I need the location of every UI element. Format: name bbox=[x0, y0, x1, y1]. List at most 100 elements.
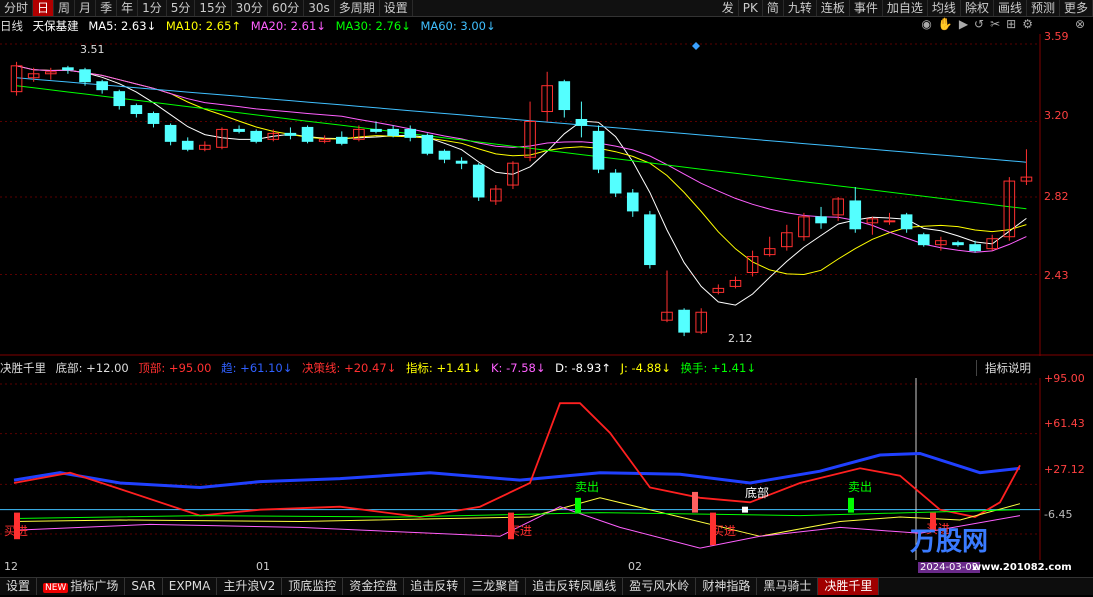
candle bbox=[678, 308, 690, 337]
rewind-icon[interactable]: ↺ bbox=[974, 17, 984, 33]
period-tab-11[interactable]: 30s bbox=[304, 0, 335, 16]
indicator-turnover: 换手: +1.41↓ bbox=[680, 361, 756, 375]
price-axis-2: 3.20 bbox=[1044, 109, 1069, 122]
candle bbox=[438, 149, 451, 164]
period-tab-7[interactable]: 5分 bbox=[167, 0, 196, 16]
candle bbox=[318, 135, 331, 144]
candle bbox=[644, 210, 656, 269]
indicator-tab-label: 追击反转 bbox=[410, 579, 459, 593]
sell-signal-2: 卖出 bbox=[848, 480, 873, 494]
candle-body bbox=[387, 128, 399, 136]
candle-body bbox=[147, 113, 160, 124]
tool-button-0[interactable]: 发 bbox=[718, 0, 739, 16]
tool-button-10[interactable]: 预测 bbox=[1027, 0, 1060, 16]
indicator-name: 决胜千里 bbox=[0, 361, 46, 375]
candle-body bbox=[181, 140, 194, 150]
indicator-tab-label: 追击反转凤凰线 bbox=[532, 579, 617, 593]
layout-icon[interactable]: ⊞ bbox=[1006, 17, 1016, 33]
indicator-tab-1[interactable]: NEW 指标广场 bbox=[37, 578, 126, 595]
eye-icon[interactable]: ◉ bbox=[921, 17, 931, 33]
indicator-tabs: 设置 NEW 指标广场 SAR EXPMA 主升浪V2 顶底监控 资金控盘 追击反转 三龙聚首 追击… bbox=[0, 577, 1093, 595]
ind-axis-3: +27.12 bbox=[1044, 463, 1085, 476]
period-tab-2[interactable]: 周 bbox=[54, 0, 76, 16]
period-tab-5[interactable]: 年 bbox=[117, 0, 139, 16]
chart-tool-icons: ◉ ✋ ▶ ↺ ✂ ⊞ ⚙ bbox=[921, 17, 1033, 33]
settings-icon[interactable]: ⚙ bbox=[1022, 17, 1033, 33]
period-tab-12[interactable]: 多周期 bbox=[335, 0, 380, 16]
tool-button-8[interactable]: 除权 bbox=[961, 0, 994, 16]
indicator-tab-7[interactable]: 追击反转 bbox=[404, 578, 466, 595]
candle bbox=[490, 185, 502, 205]
signal-bar bbox=[742, 506, 748, 513]
watermark-date: 2024-03-02 bbox=[918, 562, 981, 573]
candle bbox=[455, 157, 468, 170]
ma30-line bbox=[16, 85, 1027, 210]
buy-signal-2: 买进 bbox=[508, 524, 533, 538]
indicator-decision: 决策线: +20.47↓ bbox=[302, 361, 397, 375]
candle-body bbox=[883, 220, 896, 223]
period-tab-0[interactable]: 分时 bbox=[0, 0, 34, 16]
indicator-tab-12[interactable]: 黑马骑士 bbox=[757, 578, 819, 595]
tool-button-5[interactable]: 事件 bbox=[850, 0, 883, 16]
period-tab-10[interactable]: 60分 bbox=[268, 0, 305, 16]
indicator-help-button[interactable]: 指标说明 bbox=[976, 360, 1031, 376]
indicator-tab-8[interactable]: 三龙聚首 bbox=[465, 578, 527, 595]
period-tab-6[interactable]: 1分 bbox=[138, 0, 167, 16]
indicator-bottom: 底部: +12.00 bbox=[55, 361, 129, 375]
candle bbox=[1020, 149, 1033, 186]
candle-body bbox=[404, 128, 417, 138]
ind-axis-2: +61.43 bbox=[1044, 417, 1085, 430]
period-tab-1[interactable]: 日 bbox=[33, 0, 55, 16]
indicator-tab-4[interactable]: 主升浪V2 bbox=[217, 578, 283, 595]
close-icon[interactable]: ⊗ bbox=[1075, 17, 1085, 31]
price-chart[interactable] bbox=[0, 34, 1093, 356]
tool-button-9[interactable]: 画线 bbox=[994, 0, 1027, 16]
hand-icon[interactable]: ✋ bbox=[938, 17, 953, 33]
indicator-tab-label: 设置 bbox=[6, 579, 31, 593]
price-axis-4: 2.43 bbox=[1044, 269, 1069, 282]
tool-button-2[interactable]: 简 bbox=[763, 0, 784, 16]
candle bbox=[798, 212, 810, 241]
tool-button-1[interactable]: PK bbox=[739, 0, 763, 16]
ma20-value: MA20: 2.61↓ bbox=[250, 19, 326, 33]
period-tab-13[interactable]: 设置 bbox=[380, 0, 413, 16]
indicator-tab-6[interactable]: 资金控盘 bbox=[343, 578, 405, 595]
indicator-tab-2[interactable]: SAR bbox=[125, 578, 163, 595]
indicator-tab-9[interactable]: 追击反转凤凰线 bbox=[526, 578, 624, 595]
tool-button-6[interactable]: 加自选 bbox=[883, 0, 928, 16]
period-tab-9[interactable]: 30分 bbox=[232, 0, 268, 16]
tool-button-7[interactable]: 均线 bbox=[928, 0, 961, 16]
new-badge: NEW bbox=[43, 583, 69, 593]
tool-button-3[interactable]: 九转 bbox=[784, 0, 817, 16]
period-tab-4[interactable]: 季 bbox=[96, 0, 118, 16]
candle-body bbox=[164, 124, 177, 142]
candle bbox=[917, 232, 930, 247]
candle-body bbox=[575, 118, 588, 126]
indicator-tab-3[interactable]: EXPMA bbox=[163, 578, 218, 595]
indicator-tab-label: 指标广场 bbox=[70, 579, 119, 593]
indicator-tab-13[interactable]: 决胜千里 bbox=[818, 578, 880, 595]
tool-button-4[interactable]: 连板 bbox=[817, 0, 850, 16]
period-tab-8[interactable]: 15分 bbox=[195, 0, 232, 16]
candle-body bbox=[472, 164, 485, 198]
tool-button-11[interactable]: 更多 bbox=[1060, 0, 1093, 16]
scissors-icon[interactable]: ✂ bbox=[990, 17, 1000, 33]
indicator-tab-0[interactable]: 设置 bbox=[0, 578, 38, 595]
indicator-tab-11[interactable]: 财神指路 bbox=[696, 578, 758, 595]
buy-signal-1: 买进 bbox=[4, 524, 29, 538]
signal-bar bbox=[692, 491, 698, 513]
candle-body bbox=[849, 200, 862, 230]
low-annotation: 2.12 bbox=[728, 332, 753, 345]
candle-body bbox=[233, 128, 245, 132]
event-marker-icon bbox=[692, 42, 700, 50]
indicator-tab-10[interactable]: 盈亏风水岭 bbox=[623, 578, 697, 595]
candle bbox=[661, 270, 673, 323]
candle bbox=[524, 101, 536, 162]
indicator-tab-label: 决胜千里 bbox=[824, 579, 873, 593]
period-tab-3[interactable]: 月 bbox=[75, 0, 97, 16]
candle-body bbox=[815, 216, 827, 224]
indicator-tab-5[interactable]: 顶底监控 bbox=[282, 578, 344, 595]
ma60-value: MA60: 3.00↓ bbox=[420, 19, 496, 33]
candle-body bbox=[609, 172, 622, 194]
play-icon[interactable]: ▶ bbox=[959, 17, 968, 33]
